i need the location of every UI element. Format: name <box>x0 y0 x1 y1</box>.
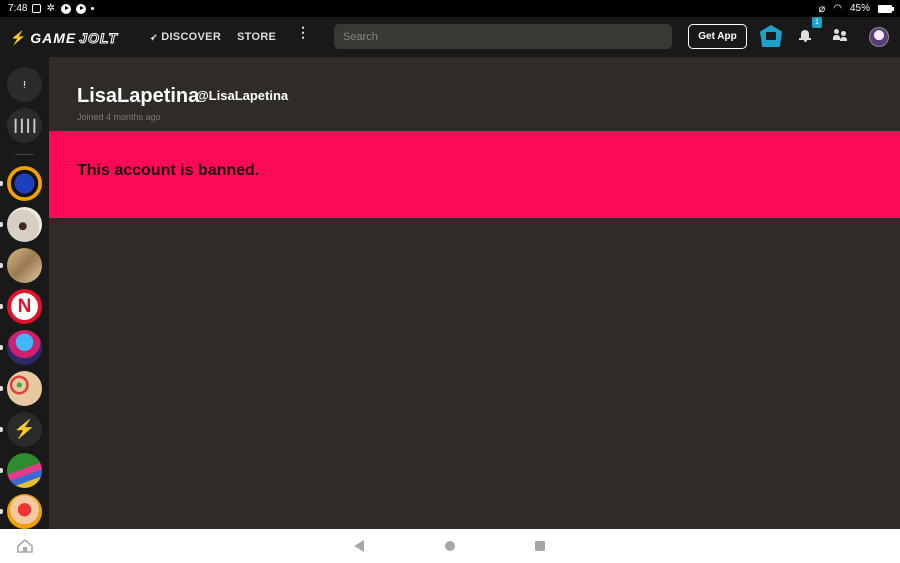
active-dot <box>0 304 3 309</box>
banned-message: This account is banned. <box>77 162 260 179</box>
game-avatar-palette[interactable] <box>7 371 42 406</box>
nav-discover-link[interactable]: ➶ DISCOVER <box>150 31 221 43</box>
get-app-button[interactable]: Get App <box>688 24 747 49</box>
battery-icon <box>878 4 894 13</box>
home-button[interactable] <box>445 541 455 551</box>
game-avatar-gamejolt[interactable]: ⚡ <box>7 412 42 447</box>
game-avatar-fnf[interactable] <box>7 330 42 365</box>
left-sidebar: ᵎ ┃┃┃┃ N ⚡ <box>0 57 49 529</box>
battery-percent: 45% <box>849 3 870 14</box>
active-dot <box>0 222 3 227</box>
active-dot <box>0 427 3 432</box>
active-dot <box>0 263 3 268</box>
status-bar: 7:48 ✲ ⌀ ◠ 45% <box>0 0 900 17</box>
activity-icon: ᵎ <box>23 77 26 92</box>
active-dot <box>0 468 3 473</box>
friends-icon[interactable] <box>833 29 847 41</box>
logo-jolt: JOLT <box>79 30 118 47</box>
discover-label: DISCOVER <box>161 31 222 43</box>
launcher-home-icon[interactable] <box>17 539 33 553</box>
game-avatar-dog[interactable] <box>7 207 42 242</box>
settings-icon: ✲ <box>46 2 55 14</box>
game-avatar-bread[interactable] <box>7 248 42 283</box>
more-menu-icon[interactable]: ⋮ <box>296 25 310 39</box>
clock: 7:48 <box>8 3 28 14</box>
gamejolt-logo[interactable]: ⚡ GAME JOLT <box>10 30 118 47</box>
library-icon: ┃┃┃┃ <box>12 118 38 133</box>
game-avatar-mario[interactable] <box>7 494 42 529</box>
sidebar-divider <box>15 154 34 155</box>
game-avatar-sonic[interactable] <box>7 166 42 201</box>
play-icon-2 <box>76 3 87 14</box>
profile-page: LisaLapetina @LisaLapetina Joined 4 mont… <box>49 57 900 529</box>
profile-display-name: LisaLapetina <box>77 85 200 107</box>
android-nav-bar <box>0 529 900 563</box>
game-avatar-pepe[interactable] <box>7 453 42 488</box>
recent-apps-button[interactable] <box>535 541 545 551</box>
notification-count-badge: 1 <box>812 17 822 28</box>
game-avatar-n-logo[interactable]: N <box>7 289 42 324</box>
search-input[interactable] <box>334 24 672 49</box>
library-button[interactable]: ┃┃┃┃ <box>7 108 42 143</box>
active-dot <box>0 509 3 514</box>
nav-store-link[interactable]: STORE <box>237 31 276 43</box>
banned-banner: This account is banned. <box>49 131 900 218</box>
profile-username: @LisaLapetina <box>196 88 289 103</box>
active-dot <box>0 386 3 391</box>
dot-icon <box>91 7 95 10</box>
profile-header: LisaLapetina @LisaLapetina Joined 4 mont… <box>49 57 900 131</box>
active-dot <box>0 345 3 350</box>
back-button[interactable] <box>354 540 364 552</box>
profile-joined-date: Joined 4 months ago <box>77 112 161 122</box>
gallery-icon <box>32 4 42 13</box>
rocket-icon: ➶ <box>150 32 158 42</box>
logo-game: GAME <box>30 30 77 46</box>
user-avatar[interactable] <box>869 27 889 47</box>
play-icon <box>61 3 72 14</box>
wifi-icon: ◠ <box>833 3 842 14</box>
activity-feed-button[interactable]: ᵎ <box>7 67 42 102</box>
notifications-bell-icon[interactable] <box>799 29 811 42</box>
no-sim-icon: ⌀ <box>818 3 826 15</box>
bolt-icon: ⚡ <box>10 30 28 45</box>
active-dot <box>0 181 3 186</box>
